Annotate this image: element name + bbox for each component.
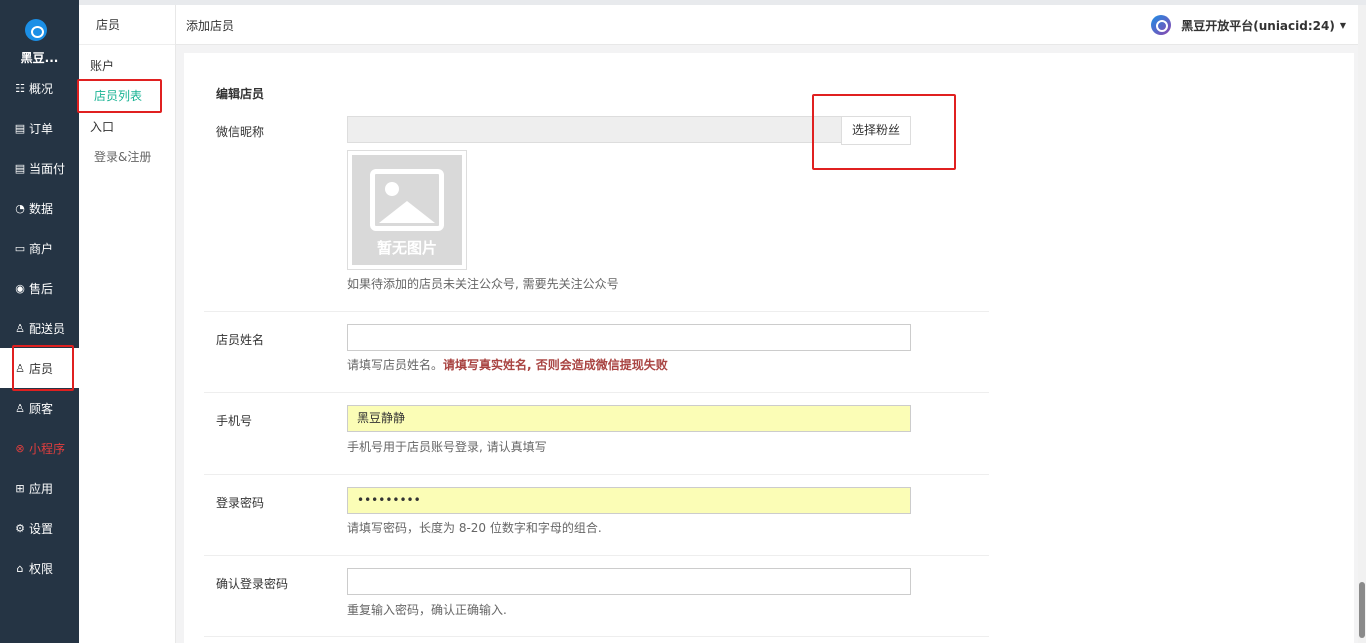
panel-title: 编辑店员 bbox=[216, 87, 265, 101]
select-fans-button[interactable]: 选择粉丝 bbox=[841, 116, 911, 145]
sidebar-item-aftersale[interactable]: ◉ 售后 bbox=[0, 268, 79, 308]
sidebar-item-customers[interactable]: ♙ 顾客 bbox=[0, 388, 79, 428]
clerk-name-label: 店员姓名 bbox=[216, 333, 265, 347]
permission-icon: ⌂ bbox=[16, 561, 24, 575]
wechat-nickname-input bbox=[347, 116, 842, 143]
payment-icon: ▤ bbox=[14, 161, 26, 175]
submenu-item-clerk-list[interactable]: 店员列表 bbox=[94, 87, 142, 104]
no-image-placeholder: 暂无图片 bbox=[352, 155, 462, 265]
sidebar-item-label: 应用 bbox=[29, 481, 54, 496]
confirm-password-help: 重复输入密码，确认正确输入. bbox=[347, 603, 507, 617]
data-icon: ◔ bbox=[15, 201, 25, 215]
chevron-down-icon: ▼ bbox=[1339, 20, 1346, 30]
image-placeholder-icon bbox=[370, 169, 444, 231]
sidebar-item-label: 店员 bbox=[29, 361, 54, 376]
apps-icon: ⊞ bbox=[15, 481, 25, 495]
wechat-nickname-label: 微信昵称 bbox=[216, 125, 265, 139]
sidebar-item-apps[interactable]: ⊞ 应用 bbox=[0, 468, 79, 508]
sidebar-item-label: 权限 bbox=[29, 561, 54, 576]
order-icon: ▤ bbox=[14, 121, 26, 135]
breadcrumb: 添加店员 bbox=[186, 19, 235, 33]
sidebar-item-settings[interactable]: ⚙ 设置 bbox=[0, 508, 79, 548]
divider bbox=[204, 311, 989, 312]
sidebar-item-permissions[interactable]: ⌂ 权限 bbox=[0, 548, 79, 588]
confirm-password-input[interactable] bbox=[347, 568, 911, 595]
sidebar-item-overview[interactable]: ☷ 概况 bbox=[0, 68, 79, 108]
phone-input[interactable]: 黑豆静静 bbox=[347, 405, 911, 432]
top-bar: 添加店员 黑豆开放平台(uniacid:24) ▼ bbox=[176, 5, 1358, 45]
divider bbox=[204, 636, 989, 637]
sidebar-item-label: 数据 bbox=[29, 201, 54, 216]
edit-clerk-panel: 编辑店员 微信昵称 选择粉丝 暂无图片 如果待添加的店员未关注公众号, 需要先关… bbox=[184, 53, 1354, 643]
sidebar-item-miniprogram[interactable]: ⊗ 小程序 bbox=[0, 428, 79, 468]
clerk-name-help-text: 请填写店员姓名。 bbox=[347, 358, 444, 372]
wechat-nickname-help: 如果待添加的店员未关注公众号, 需要先关注公众号 bbox=[347, 277, 619, 291]
clerk-name-help: 请填写店员姓名。请填写真实姓名, 否则会造成微信提现失败 bbox=[347, 356, 668, 373]
sidebar-item-merchants[interactable]: ▭ 商户 bbox=[0, 228, 79, 268]
brand-logo-icon[interactable] bbox=[25, 19, 47, 41]
secondary-sidebar: 店员 账户 店员列表 入口 登录&注册 bbox=[79, 5, 176, 643]
no-image-text: 暂无图片 bbox=[376, 239, 437, 257]
phone-help: 手机号用于店员账号登录, 请认真填写 bbox=[347, 440, 547, 454]
submenu-item-entry[interactable]: 入口 bbox=[90, 118, 114, 135]
sidebar-item-label: 商户 bbox=[29, 241, 54, 256]
account-dropdown[interactable]: 黑豆开放平台(uniacid:24) ▼ bbox=[1151, 15, 1346, 35]
sidebar-item-data[interactable]: ◔ 数据 bbox=[0, 188, 79, 228]
divider bbox=[204, 392, 989, 393]
divider bbox=[204, 555, 989, 556]
sidebar-item-label: 小程序 bbox=[29, 441, 66, 456]
divider bbox=[204, 474, 989, 475]
page-scrollbar[interactable] bbox=[1358, 5, 1366, 643]
miniprogram-icon: ⊗ bbox=[15, 441, 25, 455]
password-help: 请填写密码，长度为 8-20 位数字和字母的组合. bbox=[347, 521, 602, 535]
sidebar-item-couriers[interactable]: ♙ 配送员 bbox=[0, 308, 79, 348]
submenu-item-login-register[interactable]: 登录&注册 bbox=[94, 148, 151, 165]
account-name: 黑豆开放平台(uniacid:24) bbox=[1181, 18, 1335, 33]
dashboard-icon: ☷ bbox=[15, 81, 25, 95]
main-sidebar: 黑豆... ☷ 概况 ▤ 订单 ▤ 当面付 ◔ 数据 ▭ 商户 ◉ 售后 ♙ 配… bbox=[0, 0, 79, 643]
clerk-name-help-warning: 请填写真实姓名, 否则会造成微信提现失败 bbox=[443, 358, 668, 372]
password-label: 登录密码 bbox=[216, 496, 265, 510]
phone-label: 手机号 bbox=[216, 414, 253, 428]
courier-icon: ♙ bbox=[15, 321, 25, 335]
submenu-title: 店员 bbox=[79, 5, 175, 45]
sidebar-item-label: 当面付 bbox=[29, 161, 66, 176]
sidebar-item-orders[interactable]: ▤ 订单 bbox=[0, 108, 79, 148]
sidebar-item-label: 顾客 bbox=[29, 401, 54, 416]
aftersale-icon: ◉ bbox=[15, 281, 25, 295]
sidebar-item-face-pay[interactable]: ▤ 当面付 bbox=[0, 148, 79, 188]
customer-icon: ♙ bbox=[15, 401, 25, 415]
submenu-item-account[interactable]: 账户 bbox=[90, 57, 114, 74]
sidebar-item-label: 设置 bbox=[29, 521, 54, 536]
shop-icon: ▭ bbox=[14, 241, 26, 255]
sidebar-item-label: 订单 bbox=[29, 121, 54, 136]
platform-logo-icon bbox=[1151, 15, 1172, 35]
sidebar-item-label: 概况 bbox=[29, 81, 54, 96]
confirm-password-label: 确认登录密码 bbox=[216, 577, 289, 591]
scrollbar-thumb[interactable] bbox=[1359, 582, 1365, 638]
sidebar-item-label: 配送员 bbox=[29, 321, 66, 336]
password-input[interactable]: ••••••••• bbox=[347, 487, 911, 514]
sidebar-item-clerks[interactable]: ♙ 店员 bbox=[0, 348, 79, 388]
sidebar-item-label: 售后 bbox=[29, 281, 54, 296]
clerk-icon: ♙ bbox=[15, 361, 25, 375]
settings-icon: ⚙ bbox=[15, 521, 25, 535]
clerk-name-input[interactable] bbox=[347, 324, 911, 351]
avatar-preview: 暂无图片 bbox=[347, 150, 467, 270]
brand-name: 黑豆... bbox=[20, 51, 59, 65]
